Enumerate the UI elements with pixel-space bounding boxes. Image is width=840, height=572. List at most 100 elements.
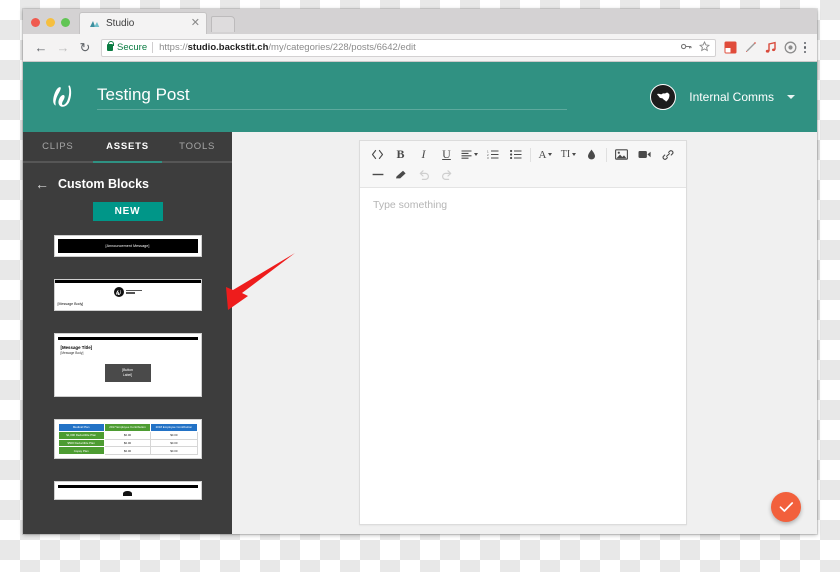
save-confirm-button[interactable] — [771, 492, 801, 522]
announcement-bar: [Announcement Message] — [57, 239, 198, 253]
omnibox-divider — [152, 42, 154, 53]
custom-block-list[interactable]: [Announcement Message] [Message Body] [M… — [23, 235, 232, 534]
insert-image-button[interactable] — [610, 145, 633, 164]
browser-tab-strip: Studio ✕ — [23, 9, 817, 34]
table-row-label: $500 Deductible Plan — [57, 438, 105, 448]
announcement-text: [Announcement Message] — [105, 244, 150, 248]
close-window-button[interactable] — [31, 18, 40, 27]
bold-button[interactable]: B — [389, 145, 412, 164]
block-button-row: [Button Label] — [58, 355, 198, 393]
chevron-down-icon — [572, 153, 577, 156]
sidebar-section-header: ← Custom Blocks — [23, 163, 232, 200]
underline-button[interactable]: U — [435, 145, 458, 164]
insert-link-button[interactable] — [656, 145, 679, 164]
block-cta-line2: Label] — [122, 373, 133, 377]
chevron-down-icon[interactable] — [787, 95, 795, 99]
secure-label: Secure — [117, 42, 148, 53]
address-bar-url: https://studio.backstit.ch/my/categories… — [159, 42, 416, 53]
table-header-row: Medical Plan 2017 Employee Contribution … — [57, 423, 198, 432]
chevron-down-icon — [474, 153, 478, 156]
clear-formatting-button[interactable] — [389, 165, 412, 184]
account-name-label: Internal Comms — [689, 90, 774, 104]
svg-text:3: 3 — [487, 156, 489, 159]
star-icon[interactable] — [698, 40, 710, 55]
code-view-button[interactable] — [366, 145, 389, 164]
editor-toolbar-row-2 — [366, 165, 680, 184]
maximize-window-button[interactable] — [61, 18, 70, 27]
app-viewport: Testing Post Internal Comms CLIPS ASSETS… — [23, 62, 817, 534]
app-header: Testing Post Internal Comms — [23, 62, 817, 132]
table-row: $500 Deductible Plan $0.00 $0.00 — [57, 438, 198, 448]
announcement-block[interactable]: [Announcement Message] — [53, 235, 202, 257]
table-row: $1,000 Deductible Plan $0.00 $0.00 — [57, 430, 198, 440]
key-icon[interactable] — [680, 42, 692, 54]
toolbar-divider — [530, 147, 531, 162]
editor-toolbar: B I U 123 A TI — [360, 141, 686, 188]
backstitch-logo — [113, 287, 124, 297]
extension-pencil-icon[interactable] — [744, 41, 758, 55]
browser-tab[interactable]: Studio ✕ — [79, 12, 207, 34]
extension-grey-icon[interactable] — [784, 41, 798, 55]
reload-icon[interactable]: ↻ — [74, 37, 96, 59]
italic-button[interactable]: I — [412, 145, 435, 164]
block-top-bar — [54, 280, 201, 283]
browser-toolbar: ← → ↻ Secure https://studio.backstit.ch/… — [23, 34, 817, 62]
tab-clips[interactable]: CLIPS — [23, 132, 93, 163]
table-cell: $0.00 — [103, 430, 152, 440]
table-row: Copay Plan $0.00 $0.00 — [57, 446, 198, 456]
url-host: studio.backstit.ch — [187, 42, 269, 53]
partial-block[interactable] — [53, 481, 202, 501]
new-tab-icon[interactable] — [211, 16, 235, 32]
back-arrow-icon[interactable]: ← — [30, 37, 52, 59]
check-icon — [779, 502, 793, 512]
studio-favicon — [89, 18, 100, 29]
kebab-menu-icon[interactable] — [798, 41, 811, 54]
extension-music-icon[interactable] — [764, 41, 778, 55]
highlight-color-button[interactable] — [580, 145, 603, 164]
horizontal-rule-button[interactable] — [366, 165, 389, 184]
browser-window: Studio ✕ ← → ↻ Secure https://studio.bac… — [23, 9, 817, 534]
block-top-bar — [57, 485, 198, 489]
block-logo-row — [55, 287, 201, 297]
new-block-button[interactable]: NEW — [92, 202, 163, 221]
undo-button[interactable] — [412, 165, 435, 184]
sidebar-section-title: Custom Blocks — [58, 177, 149, 191]
block-partial-shape — [123, 491, 132, 497]
account-switcher[interactable]: Internal Comms — [650, 84, 795, 110]
table-header-cell: 2018 Employee Contribution — [150, 423, 198, 432]
table-row-label: Copay Plan — [57, 446, 105, 456]
table-cell: $0.00 — [150, 446, 198, 456]
url-path: /my/categories/228/posts/6642/edit — [268, 42, 416, 53]
table-header-cell: 2017 Employee Contribution — [103, 423, 152, 432]
table-row-label: $1,000 Deductible Plan — [57, 430, 105, 440]
app-brand: Testing Post — [47, 80, 650, 114]
table-cell: $0.00 — [150, 438, 198, 448]
forward-arrow-icon[interactable]: → — [52, 37, 74, 59]
chevron-down-icon — [548, 153, 553, 156]
minimize-window-button[interactable] — [46, 18, 55, 27]
benefits-table-block[interactable]: Medical Plan 2017 Employee Contribution … — [53, 419, 202, 460]
insert-video-button[interactable] — [633, 145, 656, 164]
unordered-list-button[interactable] — [504, 145, 527, 164]
block-cta-button: [Button Label] — [104, 364, 151, 382]
editor-content-area[interactable]: Type something — [360, 188, 686, 524]
editor-placeholder: Type something — [373, 199, 448, 211]
logo-message-block[interactable]: [Message Body] — [53, 279, 202, 311]
redo-button[interactable] — [435, 165, 458, 184]
page-title: Testing Post — [97, 85, 567, 110]
address-bar[interactable]: Secure https://studio.backstit.ch/my/cat… — [101, 38, 716, 57]
block-top-bar — [57, 337, 198, 340]
font-size-button[interactable]: TI — [557, 145, 580, 164]
title-body-button-block[interactable]: [Message Title] [Message Body] [Button L… — [53, 333, 202, 397]
extension-red-icon[interactable] — [724, 41, 738, 55]
table-cell: $0.00 — [103, 446, 152, 456]
ordered-list-button[interactable]: 123 — [481, 145, 504, 164]
sidebar-tab-bar: CLIPS ASSETS TOOLS — [23, 132, 232, 163]
align-button[interactable] — [458, 145, 481, 164]
tab-assets[interactable]: ASSETS — [92, 132, 163, 163]
close-icon[interactable]: ✕ — [187, 18, 200, 29]
back-arrow-icon[interactable]: ← — [35, 177, 49, 191]
text-color-button[interactable]: A — [534, 145, 557, 164]
assets-sidebar: CLIPS ASSETS TOOLS ← Custom Blocks NEW [… — [23, 132, 232, 534]
tab-tools[interactable]: TOOLS — [162, 132, 232, 163]
